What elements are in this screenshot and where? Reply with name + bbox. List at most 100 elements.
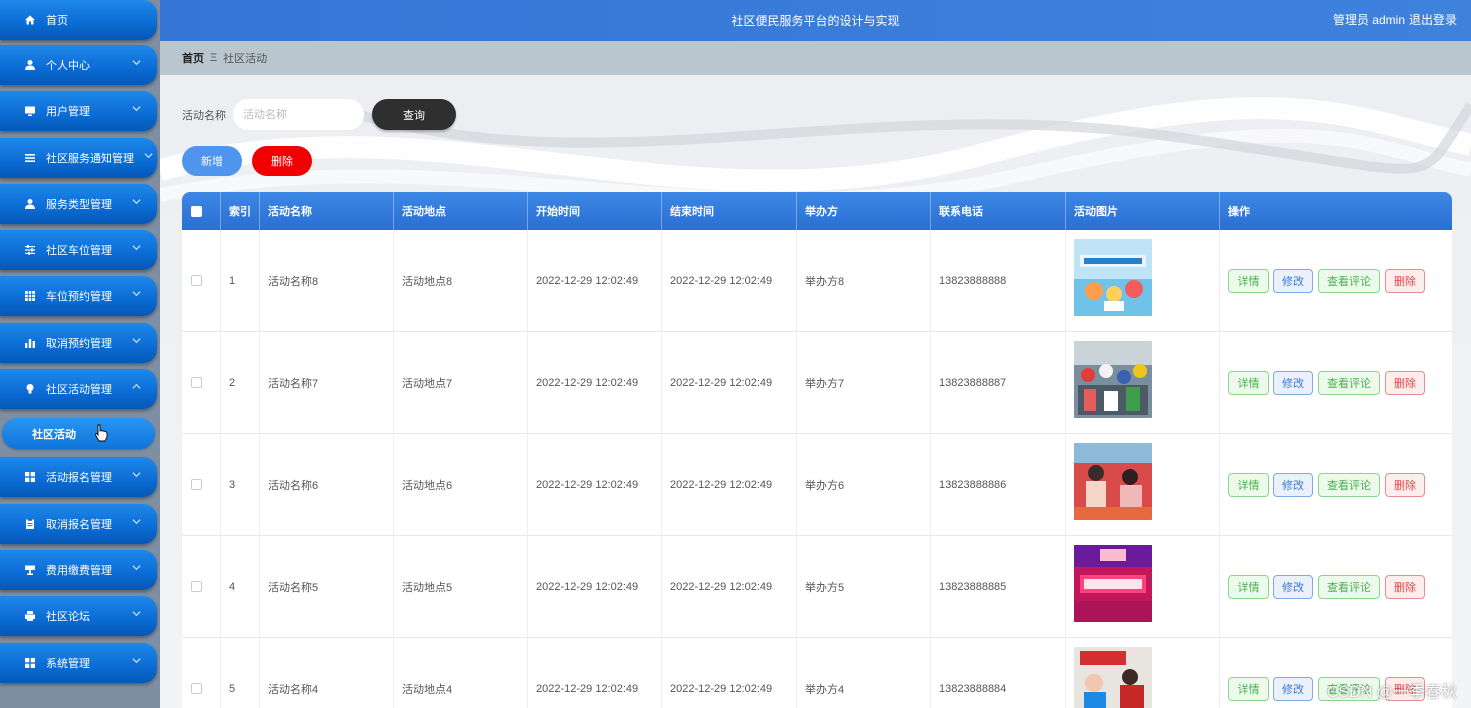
monitor-icon <box>23 104 37 118</box>
cell-place: 活动地点7 <box>394 332 528 434</box>
menu-item-fee-payment[interactable]: 费用缴费管理 <box>0 550 157 590</box>
query-button[interactable]: 查询 <box>372 99 456 130</box>
pointer-cursor-icon <box>94 424 108 442</box>
view-comments-button[interactable]: 查看评论 <box>1318 371 1380 395</box>
activity-image <box>1074 647 1152 708</box>
view-comments-button[interactable]: 查看评论 <box>1318 473 1380 497</box>
menu-item-service-notice[interactable]: 社区服务通知管理 <box>0 138 157 178</box>
menu-item-system-management[interactable]: 系统管理 <box>0 643 157 683</box>
cell-start-time: 2022-12-29 12:02:49 <box>528 536 662 638</box>
menu-label: 社区活动管理 <box>46 384 112 396</box>
menu-label: 费用缴费管理 <box>46 565 112 577</box>
row-checkbox[interactable] <box>191 581 202 592</box>
menu-label: 社区论坛 <box>46 611 90 623</box>
chevron-down-icon <box>132 472 141 478</box>
cell-name: 活动名称7 <box>260 332 394 434</box>
view-comments-button[interactable]: 查看评论 <box>1318 269 1380 293</box>
menu-item-cancel-signup[interactable]: 取消报名管理 <box>0 504 157 544</box>
detail-button[interactable]: 详情 <box>1228 575 1269 599</box>
chevron-down-icon <box>132 565 141 571</box>
cell-host: 举办方7 <box>797 332 931 434</box>
detail-button[interactable]: 详情 <box>1228 473 1269 497</box>
header-host: 举办方 <box>797 192 931 230</box>
delete-row-button[interactable]: 删除 <box>1385 371 1425 395</box>
top-bar: 社区便民服务平台的设计与实现 管理员 admin 退出登录 <box>160 0 1471 41</box>
detail-button[interactable]: 详情 <box>1228 371 1269 395</box>
menu-item-parking-space[interactable]: 社区车位管理 <box>0 230 157 270</box>
breadcrumb-home[interactable]: 首页 <box>182 50 204 66</box>
cell-index: 1 <box>221 230 260 332</box>
activity-image <box>1074 341 1152 418</box>
row-checkbox[interactable] <box>191 683 202 694</box>
activity-image <box>1074 545 1152 622</box>
submenu-item-community-activity[interactable]: 社区活动 <box>2 418 155 449</box>
cell-host: 举办方5 <box>797 536 931 638</box>
chevron-down-icon <box>132 199 141 205</box>
menu-item-cancel-reservation[interactable]: 取消预约管理 <box>0 323 157 363</box>
select-cell <box>182 230 221 332</box>
menu-item-activity-signup[interactable]: 活动报名管理 <box>0 457 157 497</box>
select-cell <box>182 638 221 708</box>
delete-row-button[interactable]: 删除 <box>1385 269 1425 293</box>
chevron-down-icon <box>132 611 141 617</box>
delete-row-button[interactable]: 删除 <box>1385 575 1425 599</box>
header-start-time: 开始时间 <box>528 192 662 230</box>
view-comments-button[interactable]: 查看评论 <box>1318 575 1380 599</box>
row-checkbox[interactable] <box>191 479 202 490</box>
cell-host: 举办方6 <box>797 434 931 536</box>
menu-item-service-type[interactable]: 服务类型管理 <box>0 184 157 224</box>
batch-delete-button[interactable]: 删除 <box>252 146 312 176</box>
edit-button[interactable]: 修改 <box>1273 371 1313 395</box>
cell-end-time: 2022-12-29 12:02:49 <box>662 638 797 708</box>
menu-label: 车位预约管理 <box>46 291 112 303</box>
clipboard-icon <box>23 517 37 531</box>
apps-icon <box>23 656 37 670</box>
table-row: 4 活动名称5 活动地点5 2022-12-29 12:02:49 2022-1… <box>182 536 1452 638</box>
activity-image <box>1074 239 1152 316</box>
table-header: 索引 活动名称 活动地点 开始时间 结束时间 举办方 联系电话 活动图片 操作 <box>182 192 1452 230</box>
cell-index: 2 <box>221 332 260 434</box>
row-checkbox[interactable] <box>191 377 202 388</box>
home-icon <box>23 13 37 27</box>
edit-button[interactable]: 修改 <box>1273 575 1313 599</box>
menu-item-community-activity[interactable]: 社区活动管理 <box>0 369 157 409</box>
menu-item-parking-reservation[interactable]: 车位预约管理 <box>0 276 157 316</box>
header-actions: 操作 <box>1228 206 1250 218</box>
menu-item-forum[interactable]: 社区论坛 <box>0 596 157 636</box>
menu-item-home[interactable]: 首页 <box>0 0 157 40</box>
detail-button[interactable]: 详情 <box>1228 677 1269 701</box>
edit-button[interactable]: 修改 <box>1273 269 1313 293</box>
chevron-down-icon <box>132 106 141 112</box>
menu-item-personal-center[interactable]: 个人中心 <box>0 45 157 85</box>
cell-start-time: 2022-12-29 12:02:49 <box>528 638 662 708</box>
breadcrumb-separator: Ξ <box>210 52 218 64</box>
submenu-label: 社区活动 <box>32 428 76 441</box>
add-button[interactable]: 新增 <box>182 146 242 176</box>
menu-item-user-management[interactable]: 用户管理 <box>0 91 157 131</box>
select-all-checkbox[interactable] <box>191 206 202 217</box>
menu-label: 系统管理 <box>46 658 90 670</box>
cell-name: 活动名称6 <box>260 434 394 536</box>
table-row: 2 活动名称7 活动地点7 2022-12-29 12:02:49 2022-1… <box>182 332 1452 434</box>
menu-label: 个人中心 <box>46 60 90 72</box>
delete-row-button[interactable]: 删除 <box>1385 473 1425 497</box>
cell-end-time: 2022-12-29 12:02:49 <box>662 536 797 638</box>
activity-name-search-input[interactable] <box>233 99 364 130</box>
chevron-down-icon <box>144 153 153 159</box>
menu-label: 社区服务通知管理 <box>46 153 134 165</box>
bulb-icon <box>23 382 37 396</box>
header-name: 活动名称 <box>260 192 394 230</box>
chevron-down-icon <box>132 658 141 664</box>
cell-place: 活动地点8 <box>394 230 528 332</box>
header-end-time: 结束时间 <box>662 192 797 230</box>
select-cell <box>182 434 221 536</box>
edit-button[interactable]: 修改 <box>1273 677 1313 701</box>
cell-end-time: 2022-12-29 12:02:49 <box>662 230 797 332</box>
detail-button[interactable]: 详情 <box>1228 269 1269 293</box>
row-checkbox[interactable] <box>191 275 202 286</box>
cell-phone: 13823888885 <box>931 536 1066 638</box>
edit-button[interactable]: 修改 <box>1273 473 1313 497</box>
logout-link[interactable]: 退出登录 <box>1409 11 1457 28</box>
cell-start-time: 2022-12-29 12:02:49 <box>528 434 662 536</box>
chevron-down-icon <box>132 519 141 525</box>
